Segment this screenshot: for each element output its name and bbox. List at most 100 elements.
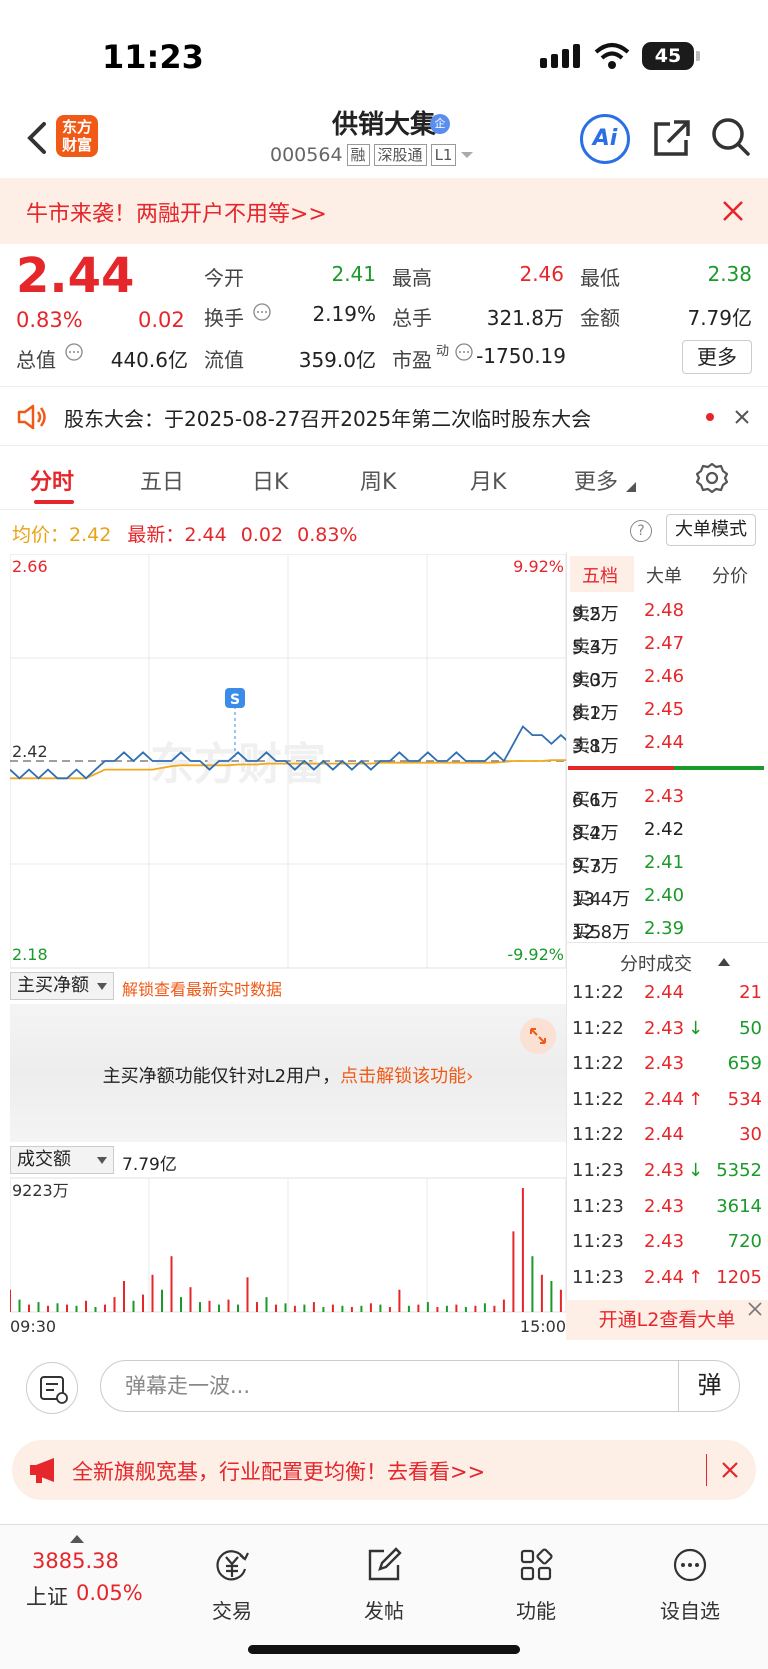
nav-post[interactable]: 发帖: [334, 1545, 434, 1624]
volume-bar: [331, 1304, 334, 1312]
volume-bar: [303, 1304, 306, 1312]
volume-bar: [104, 1304, 106, 1312]
danmu-input[interactable]: 弹幕走一波...: [100, 1360, 740, 1412]
open-l2-button[interactable]: 开通L2查看大单: [566, 1300, 768, 1340]
volume-max-label: 9223万: [12, 1181, 69, 1200]
tick-row: 11:22 2.44 21: [572, 982, 762, 1012]
divider: [566, 942, 768, 943]
tick-price: 2.44: [644, 982, 685, 1003]
enterprise-badge: 企: [430, 114, 450, 134]
tick-row: 11:23 2.43 3614: [572, 1196, 762, 1226]
tick-row: 11:23 2.44 ↑ 1205: [572, 1267, 762, 1297]
volume-bar: [142, 1294, 144, 1312]
volume-bar: [436, 1307, 439, 1312]
volume-bar: [56, 1303, 59, 1312]
battery-icon: 45: [642, 42, 700, 70]
comment-list-button[interactable]: [26, 1362, 78, 1414]
tick-volume: 3614: [716, 1195, 762, 1217]
ticks-title[interactable]: 分时成交: [620, 950, 692, 976]
asks-volume: 3.8万: [572, 736, 619, 757]
tick-volume: 50: [739, 1017, 762, 1039]
index-ticker[interactable]: 3885.38 上证 0.05%: [18, 1525, 143, 1625]
close-icon[interactable]: [734, 409, 750, 425]
share-icon[interactable]: [652, 118, 692, 158]
unlock-feature-link[interactable]: 点击解锁该功能: [340, 1066, 466, 1087]
signal-label: S: [230, 692, 240, 708]
big-order-mode-button[interactable]: 大单模式: [666, 514, 756, 546]
tick-volume: 659: [727, 1053, 762, 1075]
tab-price-dist[interactable]: 分价: [712, 562, 748, 588]
stock-code-row[interactable]: 000564 融 深股通 L1: [270, 144, 474, 166]
nav-functions[interactable]: 功能: [486, 1545, 586, 1624]
unread-dot: [706, 413, 714, 421]
main-buy-selector[interactable]: 主买净额: [10, 972, 114, 1000]
help-icon[interactable]: ?: [630, 520, 652, 542]
quote-panel: 2.44 0.83% 0.02 今开 2.41 最高 2.46 最低 2.38 …: [0, 244, 768, 386]
asks-row: 卖3 2.46 9.0万: [572, 666, 762, 696]
tab-five-day[interactable]: 五日: [140, 464, 184, 496]
close-icon[interactable]: [722, 1462, 738, 1478]
tag-level: L1: [430, 144, 457, 166]
nav-add-watchlist[interactable]: 设自选: [640, 1545, 740, 1624]
tab-intraday[interactable]: 分时: [30, 464, 74, 496]
close-icon[interactable]: [748, 1302, 762, 1316]
tick-price: 2.44: [644, 1088, 685, 1110]
bids-volume: 12.8万: [572, 922, 631, 943]
index-value: 3885.38: [32, 1549, 119, 1573]
asks-row: 卖4 2.47 5.3万: [572, 633, 762, 663]
promo-banner[interactable]: 牛市来袭！两融开户不用等>>: [0, 178, 768, 244]
ai-button[interactable]: Ai: [580, 114, 630, 164]
volume-label: 总手: [392, 306, 432, 330]
avg-price-row: 均价：2.42 最新：2.44 0.02 0.83%: [12, 520, 357, 547]
danmu-toggle-button[interactable]: 弹: [678, 1360, 740, 1412]
chart-start-time: 09:30: [10, 1317, 56, 1336]
settings-icon[interactable]: [696, 462, 728, 494]
asks-price: 2.47: [644, 633, 685, 654]
search-icon[interactable]: [710, 116, 752, 158]
fund-promo-banner[interactable]: 全新旗舰宽基，行业配置更均衡！去看看>>: [12, 1440, 756, 1500]
volume-bar: [322, 1307, 325, 1312]
volume-bar: [293, 1305, 296, 1312]
tab-monthly-k[interactable]: 月K: [470, 464, 506, 496]
chart-top-pct: 9.92%: [513, 557, 564, 576]
notice-bar[interactable]: 股东大会：于2025-08-27召开2025年第二次临时股东大会: [0, 386, 768, 446]
tick-time: 11:22: [572, 1017, 624, 1039]
tab-big-order[interactable]: 大单: [646, 562, 682, 588]
tab-five-level[interactable]: 五档: [582, 562, 618, 588]
latest-change: 0.02: [240, 524, 284, 546]
info-icon[interactable]: [252, 302, 272, 322]
volume-bar: [180, 1297, 182, 1312]
tick-direction: ↑: [688, 1088, 704, 1110]
tick-volume: 5352: [716, 1160, 762, 1181]
info-icon[interactable]: [64, 342, 84, 362]
more-dots-icon: [673, 1548, 707, 1582]
volume-bar: [550, 1281, 553, 1312]
high-label: 最高: [392, 266, 432, 290]
tick-time: 11:22: [572, 1088, 624, 1110]
tick-row: 11:23 2.43 ↓ 5352: [572, 1160, 762, 1190]
nav-trade[interactable]: 交易: [182, 1545, 282, 1624]
close-icon[interactable]: [722, 200, 744, 222]
signal-icon: [540, 44, 580, 68]
tab-more[interactable]: 更多: [574, 464, 618, 496]
banner-text: 牛市来袭！两融开户不用等>>: [26, 202, 327, 227]
expand-button[interactable]: [520, 1018, 556, 1054]
index-name: 上证: [26, 1585, 68, 1609]
tick-row: 11:22 2.43 ↓ 50: [572, 1018, 762, 1048]
more-button[interactable]: 更多: [682, 340, 752, 374]
tick-price: 2.43: [644, 1231, 685, 1253]
asks-volume: 5.3万: [572, 637, 619, 658]
tick-volume: 1205: [716, 1266, 762, 1288]
amount-selector[interactable]: 成交额: [10, 1146, 114, 1174]
divider: [706, 1454, 707, 1486]
tab-weekly-k[interactable]: 周K: [360, 464, 396, 496]
intraday-chart[interactable]: 东方财富 2.66 9.92% 2.42 2.18 -9.92% S 9223万…: [10, 554, 566, 1338]
unlock-realtime-link[interactable]: 解锁查看最新实时数据: [122, 976, 282, 1000]
volume-bar: [474, 1305, 477, 1312]
asks-volume: 9.0万: [572, 670, 619, 691]
tick-price: 2.43: [644, 1017, 685, 1039]
active-tab-indicator: [34, 500, 74, 504]
tab-daily-k[interactable]: 日K: [252, 464, 288, 496]
tick-direction: ↓: [688, 1017, 704, 1039]
volume-bar: [218, 1304, 220, 1312]
